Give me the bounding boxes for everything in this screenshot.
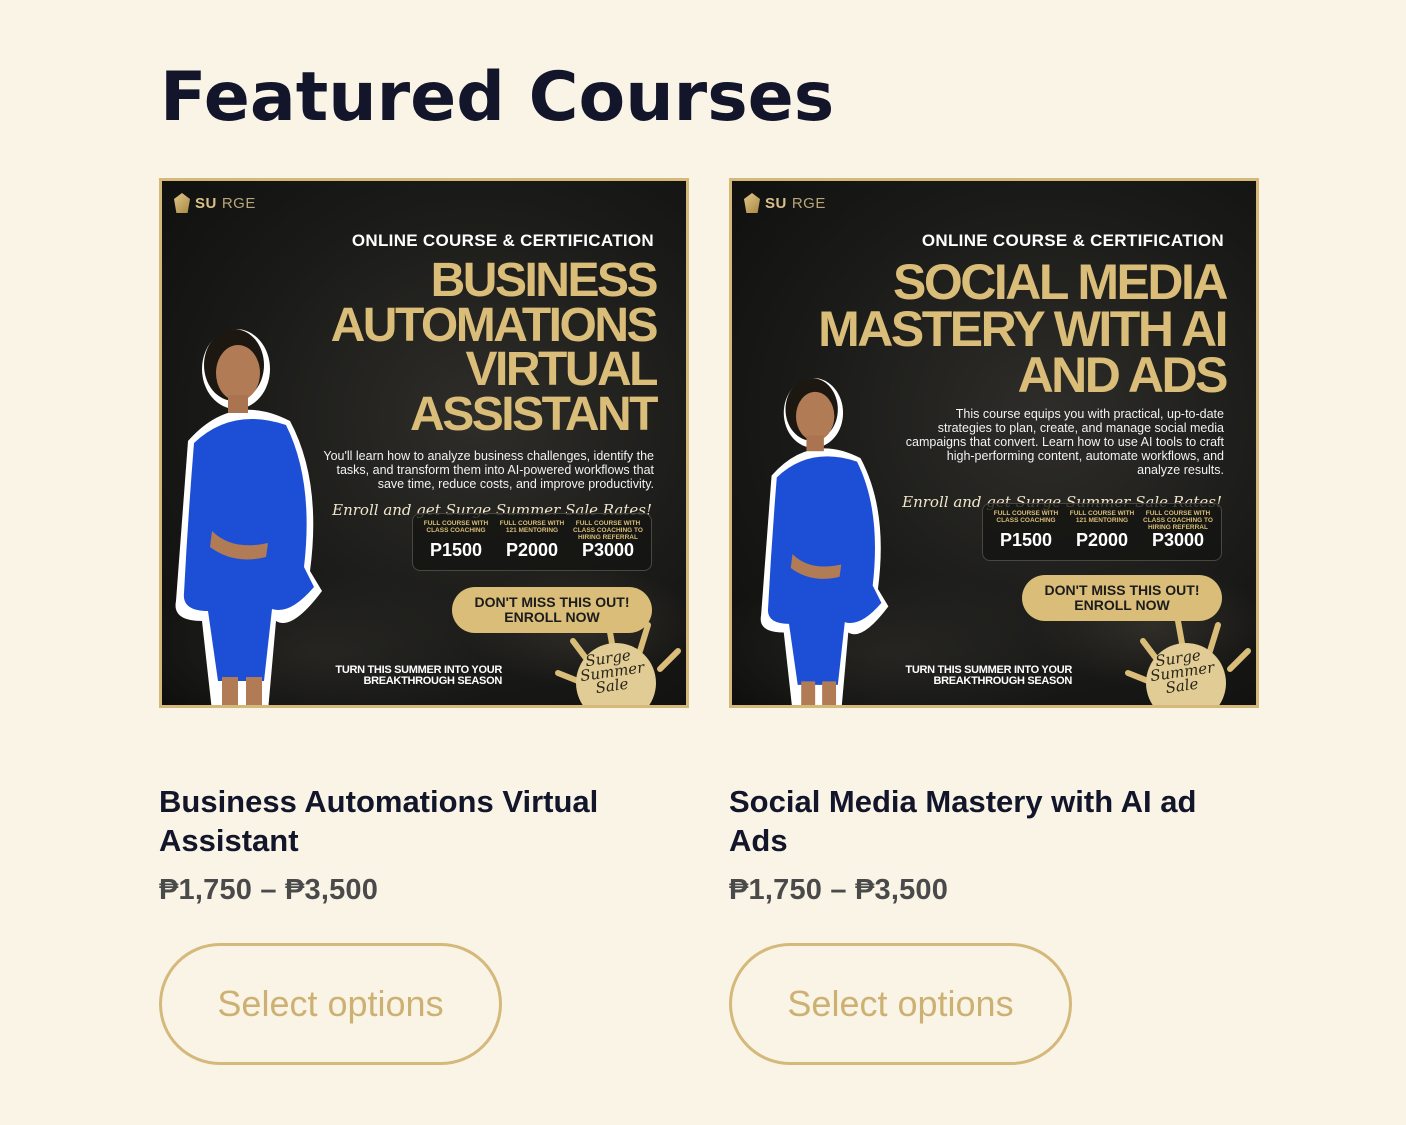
tier-label: FULL COURSE WITH CLASS COACHING xyxy=(423,520,489,534)
course-title-link[interactable]: Social Media Mastery with AI ad Ads xyxy=(729,782,1249,860)
surge-logo-icon xyxy=(744,193,760,213)
tier-label: FULL COURSE WITH CLASS COACHING TO HIRIN… xyxy=(1143,510,1213,531)
tier-price: P2000 xyxy=(1075,530,1129,550)
price-tiers-box: FULL COURSE WITH CLASS COACHING P1500 FU… xyxy=(412,513,652,571)
logo-text-light: RGE xyxy=(221,194,256,212)
sun-badge-text: Surge Summer Sale xyxy=(579,646,646,698)
instructor-photo xyxy=(175,329,322,705)
course-card: SU RGE ONLINE COURSE & CERTIFICATION SOCI… xyxy=(729,178,1259,1065)
price-tier: FULL COURSE WITH CLASS COACHING P1500 xyxy=(989,510,1063,551)
tier-label: FULL COURSE WITH 121 MENTORING xyxy=(1069,510,1135,524)
surge-logo: SU RGE xyxy=(174,193,256,213)
banner-blurb: You'll learn how to analyze business cha… xyxy=(323,449,654,491)
price-tier: FULL COURSE WITH CLASS COACHING TO HIRIN… xyxy=(571,520,645,561)
course-card: SU RGE ONLINE COURSE & CERTIFICATION BUSI… xyxy=(159,178,689,1065)
course-price-range: ₱1,750 – ₱3,500 xyxy=(729,874,949,906)
price-tiers-box: FULL COURSE WITH CLASS COACHING P1500 FU… xyxy=(982,503,1222,561)
banner-tagline: TURN THIS SUMMER INTO YOUR BREAKTHROUGH … xyxy=(335,664,502,687)
tier-price: P3000 xyxy=(581,540,635,560)
course-banner-image[interactable]: SU RGE ONLINE COURSE & CERTIFICATION BUSI… xyxy=(159,178,689,708)
tier-price: P2000 xyxy=(505,540,559,560)
banner-kicker: ONLINE COURSE & CERTIFICATION xyxy=(351,231,654,250)
price-tier: FULL COURSE WITH CLASS COACHING TO HIRIN… xyxy=(1141,510,1215,551)
course-price-range: ₱1,750 – ₱3,500 xyxy=(159,874,379,906)
select-options-button[interactable]: Select options xyxy=(729,943,1072,1065)
banner-tagline: TURN THIS SUMMER INTO YOUR BREAKTHROUGH … xyxy=(905,664,1072,687)
banner-blurb: This course equips you with practical, u… xyxy=(905,407,1224,477)
logo-text-bold: SU xyxy=(195,194,217,212)
logo-text-bold: SU xyxy=(765,194,787,212)
tier-price: P1500 xyxy=(429,540,483,560)
surge-logo-icon xyxy=(174,193,190,213)
tier-label: FULL COURSE WITH 121 MENTORING xyxy=(499,520,565,534)
tier-price: P3000 xyxy=(1151,530,1205,550)
tier-label: FULL COURSE WITH CLASS COACHING xyxy=(993,510,1059,524)
surge-logo: SU RGE xyxy=(744,193,826,213)
instructor-photo xyxy=(760,377,889,705)
tier-label: FULL COURSE WITH CLASS COACHING TO HIRIN… xyxy=(573,520,643,541)
sun-badge-text: Surge Summer Sale xyxy=(1149,646,1216,698)
logo-text-light: RGE xyxy=(791,194,826,212)
banner-kicker: ONLINE COURSE & CERTIFICATION xyxy=(921,231,1224,250)
price-tier: FULL COURSE WITH 121 MENTORING P2000 xyxy=(495,520,569,561)
course-banner-image[interactable]: SU RGE ONLINE COURSE & CERTIFICATION SOCI… xyxy=(729,178,1259,708)
course-title-link[interactable]: Business Automations Virtual Assistant xyxy=(159,782,679,860)
select-options-button[interactable]: Select options xyxy=(159,943,502,1065)
price-tier: FULL COURSE WITH 121 MENTORING P2000 xyxy=(1065,510,1139,551)
section-title: Featured Courses xyxy=(160,58,835,137)
tier-price: P1500 xyxy=(999,530,1053,550)
price-tier: FULL COURSE WITH CLASS COACHING P1500 xyxy=(419,520,493,561)
